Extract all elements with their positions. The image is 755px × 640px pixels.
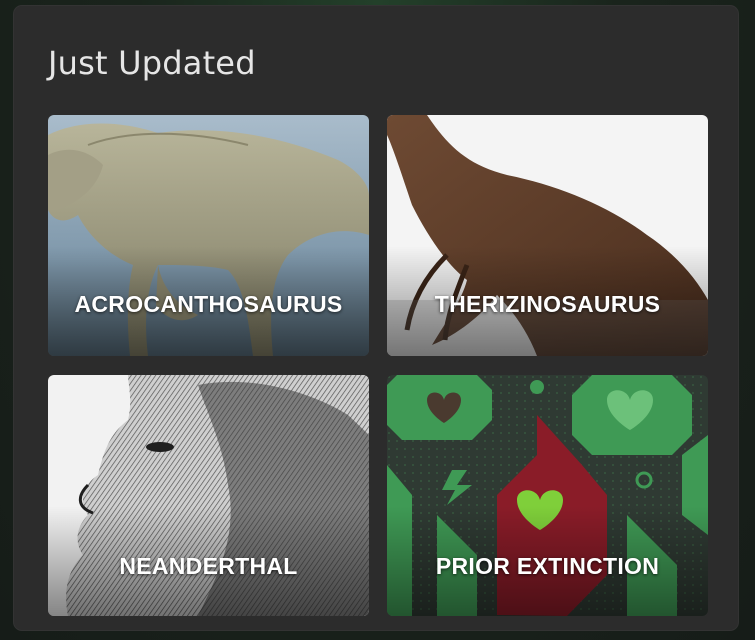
card-acrocanthosaurus[interactable]: ACROCANTHOSAURUS <box>48 115 369 356</box>
card-label: ACROCANTHOSAURUS <box>74 291 343 317</box>
card-label: PRIOR EXTINCTION <box>435 553 660 579</box>
just-updated-panel: Just Updated ACROCANTHOSAURUS THERIZINOS… <box>14 6 738 630</box>
card-prior-extinction[interactable]: PRIOR EXTINCTION <box>387 375 708 616</box>
card-label: NEANDERTHAL <box>119 553 298 579</box>
card-therizinosaurus[interactable]: THERIZINOSAURUS <box>387 115 708 356</box>
card-neanderthal[interactable]: NEANDERTHAL <box>48 375 369 616</box>
section-title: Just Updated <box>48 44 256 82</box>
card-label: THERIZINOSAURUS <box>434 291 661 317</box>
